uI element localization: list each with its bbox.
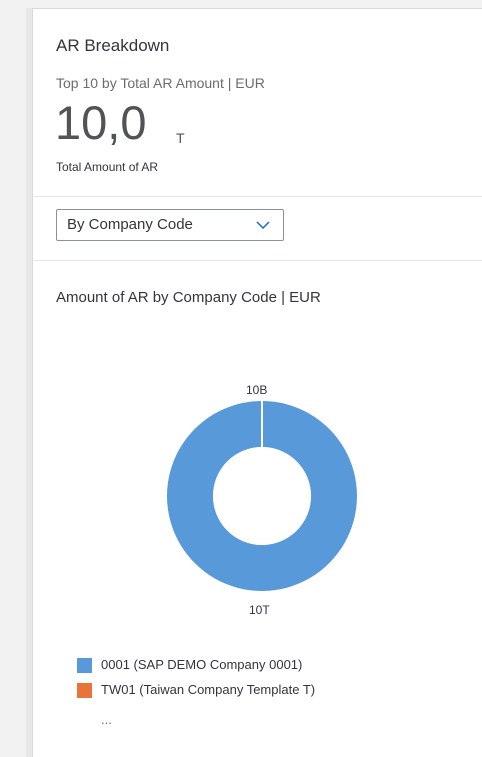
donut-chart[interactable] [33,9,482,649]
donut-hole [213,447,311,545]
legend-label: 0001 (SAP DEMO Company 0001) [101,657,303,672]
ar-breakdown-card[interactable]: AR Breakdown Top 10 by Total AR Amount |… [32,8,482,757]
legend-more[interactable]: ... [101,712,112,727]
legend-swatch [77,683,92,698]
legend-label: TW01 (Taiwan Company Template T) [101,682,316,697]
data-label-top: 10B [246,383,268,397]
data-label-bottom: 10T [249,603,270,617]
legend-swatch [77,658,92,673]
